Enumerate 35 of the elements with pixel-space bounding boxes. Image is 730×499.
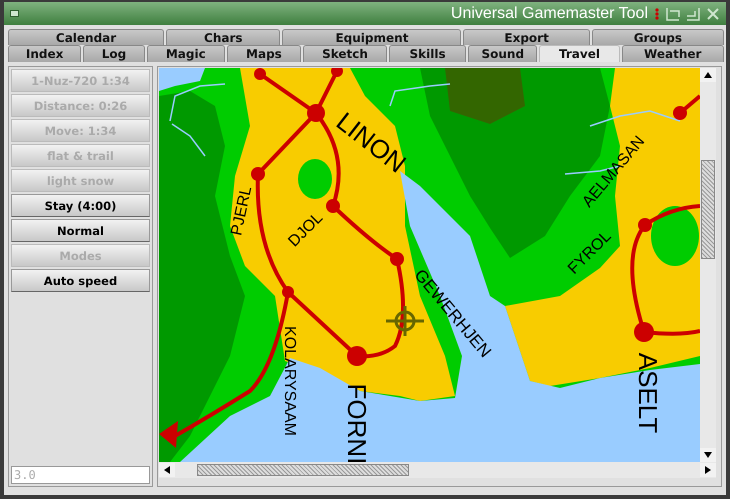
horizontal-scrollbar[interactable] [159, 462, 716, 478]
tab[interactable]: Sound [468, 45, 538, 62]
tab[interactable]: Calendar [8, 29, 164, 45]
scroll-left-icon[interactable] [164, 466, 170, 474]
minimize-icon[interactable] [666, 6, 680, 20]
close-icon[interactable] [706, 6, 720, 20]
tab[interactable]: Skills [389, 45, 466, 62]
place-label: PJERL [228, 184, 256, 238]
tab[interactable]: Log [83, 45, 145, 62]
tab[interactable]: Groups [592, 29, 724, 45]
side-button[interactable]: Stay (4:00) [11, 194, 150, 217]
window-menu-icon[interactable] [10, 10, 19, 17]
tab[interactable]: Index [8, 45, 82, 62]
side-button[interactable]: Normal [11, 219, 150, 242]
tab[interactable]: Equipment [282, 29, 462, 45]
maximize-icon[interactable] [686, 6, 700, 20]
place-label: ASELT [633, 352, 664, 434]
scroll-thumb[interactable] [197, 464, 409, 476]
tab[interactable]: Weather [622, 45, 724, 62]
tab[interactable]: Maps [226, 45, 302, 62]
dots-icon[interactable] [654, 6, 660, 20]
window-title: Universal Gamemaster Tool [450, 4, 648, 22]
tab[interactable]: Export [463, 29, 590, 45]
place-label: FORNI [342, 384, 372, 462]
scroll-up-icon[interactable] [704, 72, 712, 78]
scroll-down-icon[interactable] [704, 452, 712, 458]
tab[interactable]: Travel [539, 45, 620, 62]
scroll-right-icon[interactable] [705, 466, 711, 474]
side-button[interactable]: Auto speed [11, 269, 150, 292]
tab[interactable]: Sketch [303, 45, 387, 62]
scroll-thumb[interactable] [701, 160, 715, 259]
tab[interactable]: Chars [166, 29, 280, 45]
vertical-scrollbar[interactable] [700, 68, 716, 462]
tab[interactable]: Magic [146, 45, 225, 62]
place-label: KOLARYSAAM [280, 326, 298, 436]
